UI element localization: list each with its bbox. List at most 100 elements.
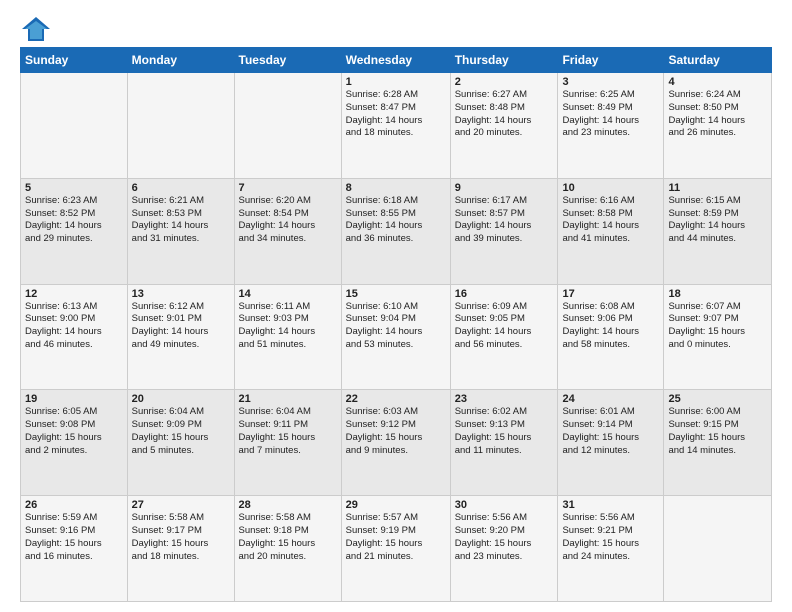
weekday-header: Friday — [558, 48, 664, 73]
weekday-header: Thursday — [450, 48, 558, 73]
day-number: 12 — [25, 288, 123, 300]
calendar-cell: 4Sunrise: 6:24 AM Sunset: 8:50 PM Daylig… — [664, 73, 772, 179]
day-number: 14 — [239, 288, 337, 300]
calendar-cell: 6Sunrise: 6:21 AM Sunset: 8:53 PM Daylig… — [127, 178, 234, 284]
header-row: SundayMondayTuesdayWednesdayThursdayFrid… — [21, 48, 772, 73]
calendar-cell: 31Sunrise: 5:56 AM Sunset: 9:21 PM Dayli… — [558, 496, 664, 602]
calendar-cell: 1Sunrise: 6:28 AM Sunset: 8:47 PM Daylig… — [341, 73, 450, 179]
day-info: Sunrise: 6:12 AM Sunset: 9:01 PM Dayligh… — [132, 301, 230, 352]
weekday-header: Tuesday — [234, 48, 341, 73]
day-info: Sunrise: 6:15 AM Sunset: 8:59 PM Dayligh… — [668, 195, 767, 246]
day-number: 6 — [132, 182, 230, 194]
day-info: Sunrise: 6:03 AM Sunset: 9:12 PM Dayligh… — [346, 406, 446, 457]
day-number: 7 — [239, 182, 337, 194]
calendar-cell: 28Sunrise: 5:58 AM Sunset: 9:18 PM Dayli… — [234, 496, 341, 602]
day-info: Sunrise: 6:18 AM Sunset: 8:55 PM Dayligh… — [346, 195, 446, 246]
calendar-cell: 26Sunrise: 5:59 AM Sunset: 9:16 PM Dayli… — [21, 496, 128, 602]
day-number: 22 — [346, 393, 446, 405]
calendar-cell: 27Sunrise: 5:58 AM Sunset: 9:17 PM Dayli… — [127, 496, 234, 602]
calendar-cell: 29Sunrise: 5:57 AM Sunset: 9:19 PM Dayli… — [341, 496, 450, 602]
calendar-cell: 7Sunrise: 6:20 AM Sunset: 8:54 PM Daylig… — [234, 178, 341, 284]
day-info: Sunrise: 6:25 AM Sunset: 8:49 PM Dayligh… — [562, 89, 659, 140]
calendar-table: SundayMondayTuesdayWednesdayThursdayFrid… — [20, 47, 772, 602]
day-number: 28 — [239, 499, 337, 511]
calendar-week-row: 5Sunrise: 6:23 AM Sunset: 8:52 PM Daylig… — [21, 178, 772, 284]
day-info: Sunrise: 5:56 AM Sunset: 9:21 PM Dayligh… — [562, 512, 659, 563]
day-info: Sunrise: 6:21 AM Sunset: 8:53 PM Dayligh… — [132, 195, 230, 246]
day-number: 18 — [668, 288, 767, 300]
day-info: Sunrise: 6:28 AM Sunset: 8:47 PM Dayligh… — [346, 89, 446, 140]
day-number: 27 — [132, 499, 230, 511]
calendar-cell: 18Sunrise: 6:07 AM Sunset: 9:07 PM Dayli… — [664, 284, 772, 390]
calendar-cell: 3Sunrise: 6:25 AM Sunset: 8:49 PM Daylig… — [558, 73, 664, 179]
logo — [20, 15, 52, 39]
calendar-cell: 15Sunrise: 6:10 AM Sunset: 9:04 PM Dayli… — [341, 284, 450, 390]
day-info: Sunrise: 5:56 AM Sunset: 9:20 PM Dayligh… — [455, 512, 554, 563]
day-info: Sunrise: 6:23 AM Sunset: 8:52 PM Dayligh… — [25, 195, 123, 246]
calendar-cell: 11Sunrise: 6:15 AM Sunset: 8:59 PM Dayli… — [664, 178, 772, 284]
day-number: 20 — [132, 393, 230, 405]
calendar-week-row: 1Sunrise: 6:28 AM Sunset: 8:47 PM Daylig… — [21, 73, 772, 179]
calendar-cell: 25Sunrise: 6:00 AM Sunset: 9:15 PM Dayli… — [664, 390, 772, 496]
day-info: Sunrise: 5:58 AM Sunset: 9:18 PM Dayligh… — [239, 512, 337, 563]
day-number: 29 — [346, 499, 446, 511]
calendar-cell: 20Sunrise: 6:04 AM Sunset: 9:09 PM Dayli… — [127, 390, 234, 496]
header — [20, 15, 772, 39]
calendar-cell: 14Sunrise: 6:11 AM Sunset: 9:03 PM Dayli… — [234, 284, 341, 390]
day-number: 1 — [346, 76, 446, 88]
weekday-header: Sunday — [21, 48, 128, 73]
day-info: Sunrise: 6:13 AM Sunset: 9:00 PM Dayligh… — [25, 301, 123, 352]
calendar-cell — [234, 73, 341, 179]
day-info: Sunrise: 6:16 AM Sunset: 8:58 PM Dayligh… — [562, 195, 659, 246]
day-info: Sunrise: 6:04 AM Sunset: 9:09 PM Dayligh… — [132, 406, 230, 457]
calendar-week-row: 19Sunrise: 6:05 AM Sunset: 9:08 PM Dayli… — [21, 390, 772, 496]
day-number: 9 — [455, 182, 554, 194]
day-info: Sunrise: 5:57 AM Sunset: 9:19 PM Dayligh… — [346, 512, 446, 563]
calendar-week-row: 12Sunrise: 6:13 AM Sunset: 9:00 PM Dayli… — [21, 284, 772, 390]
day-info: Sunrise: 6:27 AM Sunset: 8:48 PM Dayligh… — [455, 89, 554, 140]
day-number: 19 — [25, 393, 123, 405]
day-info: Sunrise: 6:07 AM Sunset: 9:07 PM Dayligh… — [668, 301, 767, 352]
calendar-cell: 5Sunrise: 6:23 AM Sunset: 8:52 PM Daylig… — [21, 178, 128, 284]
calendar-cell: 19Sunrise: 6:05 AM Sunset: 9:08 PM Dayli… — [21, 390, 128, 496]
day-number: 24 — [562, 393, 659, 405]
day-number: 16 — [455, 288, 554, 300]
day-number: 2 — [455, 76, 554, 88]
calendar-cell — [127, 73, 234, 179]
day-info: Sunrise: 5:58 AM Sunset: 9:17 PM Dayligh… — [132, 512, 230, 563]
day-number: 10 — [562, 182, 659, 194]
day-info: Sunrise: 6:01 AM Sunset: 9:14 PM Dayligh… — [562, 406, 659, 457]
day-info: Sunrise: 6:00 AM Sunset: 9:15 PM Dayligh… — [668, 406, 767, 457]
calendar-body: 1Sunrise: 6:28 AM Sunset: 8:47 PM Daylig… — [21, 73, 772, 602]
day-number: 26 — [25, 499, 123, 511]
weekday-header: Monday — [127, 48, 234, 73]
day-number: 21 — [239, 393, 337, 405]
day-number: 17 — [562, 288, 659, 300]
day-number: 11 — [668, 182, 767, 194]
calendar-header: SundayMondayTuesdayWednesdayThursdayFrid… — [21, 48, 772, 73]
calendar-cell: 9Sunrise: 6:17 AM Sunset: 8:57 PM Daylig… — [450, 178, 558, 284]
day-info: Sunrise: 6:17 AM Sunset: 8:57 PM Dayligh… — [455, 195, 554, 246]
day-number: 25 — [668, 393, 767, 405]
day-info: Sunrise: 6:10 AM Sunset: 9:04 PM Dayligh… — [346, 301, 446, 352]
calendar-cell: 13Sunrise: 6:12 AM Sunset: 9:01 PM Dayli… — [127, 284, 234, 390]
day-number: 23 — [455, 393, 554, 405]
day-info: Sunrise: 6:05 AM Sunset: 9:08 PM Dayligh… — [25, 406, 123, 457]
day-info: Sunrise: 6:08 AM Sunset: 9:06 PM Dayligh… — [562, 301, 659, 352]
day-info: Sunrise: 6:04 AM Sunset: 9:11 PM Dayligh… — [239, 406, 337, 457]
calendar-cell: 2Sunrise: 6:27 AM Sunset: 8:48 PM Daylig… — [450, 73, 558, 179]
day-number: 4 — [668, 76, 767, 88]
weekday-header: Saturday — [664, 48, 772, 73]
day-info: Sunrise: 6:20 AM Sunset: 8:54 PM Dayligh… — [239, 195, 337, 246]
calendar-cell: 16Sunrise: 6:09 AM Sunset: 9:05 PM Dayli… — [450, 284, 558, 390]
calendar: SundayMondayTuesdayWednesdayThursdayFrid… — [20, 47, 772, 602]
calendar-cell: 30Sunrise: 5:56 AM Sunset: 9:20 PM Dayli… — [450, 496, 558, 602]
calendar-week-row: 26Sunrise: 5:59 AM Sunset: 9:16 PM Dayli… — [21, 496, 772, 602]
calendar-cell: 22Sunrise: 6:03 AM Sunset: 9:12 PM Dayli… — [341, 390, 450, 496]
day-info: Sunrise: 6:24 AM Sunset: 8:50 PM Dayligh… — [668, 89, 767, 140]
page: SundayMondayTuesdayWednesdayThursdayFrid… — [0, 0, 792, 612]
calendar-cell — [664, 496, 772, 602]
day-number: 31 — [562, 499, 659, 511]
day-number: 3 — [562, 76, 659, 88]
calendar-cell: 23Sunrise: 6:02 AM Sunset: 9:13 PM Dayli… — [450, 390, 558, 496]
